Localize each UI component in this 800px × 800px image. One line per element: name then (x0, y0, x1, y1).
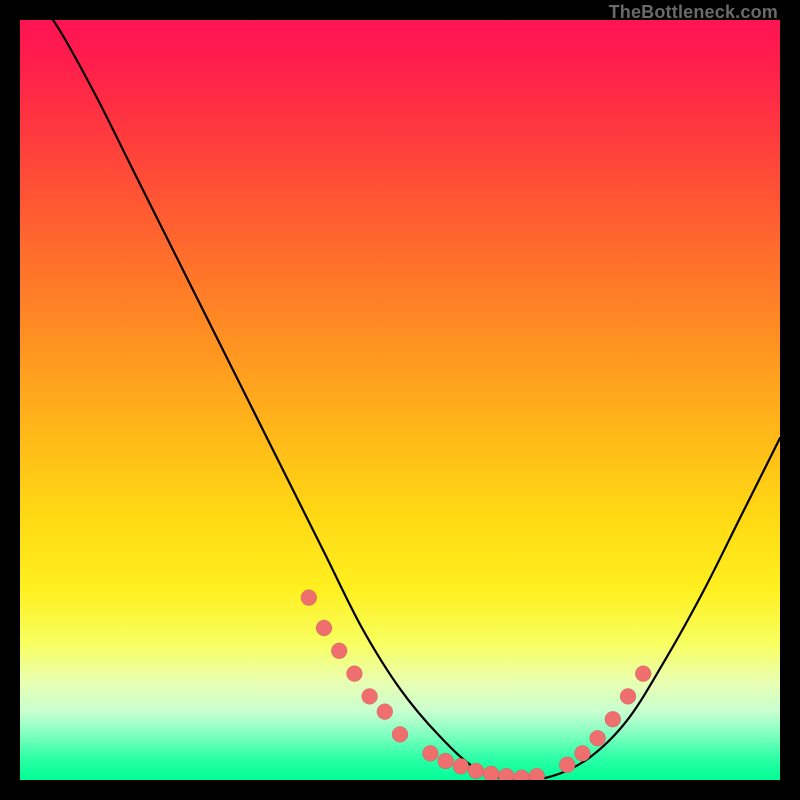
data-dot (316, 620, 332, 636)
data-dot (514, 770, 530, 780)
bottleneck-curve (20, 20, 780, 780)
data-dot (635, 666, 651, 682)
data-dot (331, 643, 347, 659)
data-dot (392, 726, 408, 742)
data-dot (438, 753, 454, 769)
data-dot (559, 757, 575, 773)
data-dot (483, 766, 499, 780)
data-dot (362, 688, 378, 704)
data-dot (529, 768, 545, 780)
data-dot (422, 745, 438, 761)
data-dot (574, 745, 590, 761)
data-dot (468, 763, 484, 779)
data-dot (498, 768, 514, 780)
data-dot (605, 711, 621, 727)
data-dot (377, 704, 393, 720)
plot-area (20, 20, 780, 780)
data-dot (620, 688, 636, 704)
chart-container: TheBottleneck.com (0, 0, 800, 800)
data-dot (453, 758, 469, 774)
data-dot (590, 730, 606, 746)
data-dot (346, 666, 362, 682)
data-dot (301, 590, 317, 606)
curve-svg (20, 20, 780, 780)
